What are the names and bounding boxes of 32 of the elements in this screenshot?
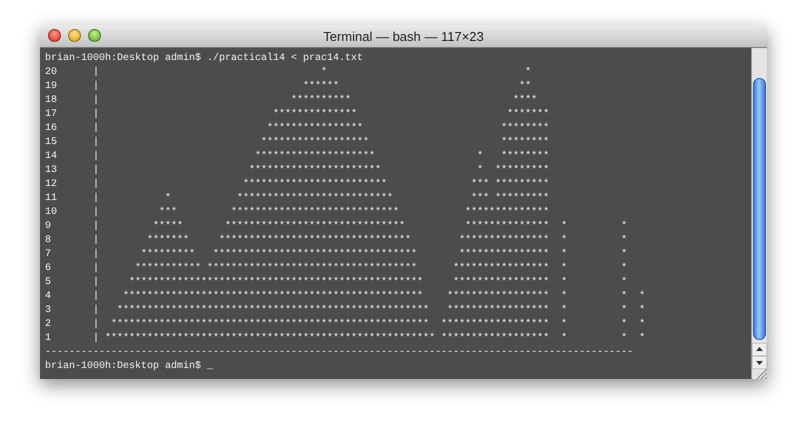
command-line: brian-1000h:Desktop admin$ ./practical14 < prac14.txt	[45, 52, 364, 66]
scroll-thumb[interactable]	[753, 78, 766, 340]
output-line: 16 | **************** ********	[45, 122, 550, 136]
scrollbar[interactable]	[751, 48, 767, 379]
close-button[interactable]	[48, 29, 61, 42]
output-line: 1 | ******************************************************* ****************** * * *	[45, 332, 646, 346]
output-line: 11 | * ************************** *** *********	[45, 192, 550, 206]
output-line: 12 | ************************ *** *********	[45, 178, 550, 192]
window-title: Terminal — bash — 117×23	[323, 28, 484, 44]
output-line: 4 | ************************************************** ***************** * * *	[45, 290, 646, 304]
output-line: 5 | ************************************************* **************** * *	[45, 276, 628, 290]
output-line: 3 | **************************************************** ***************** * * *	[45, 304, 646, 318]
output-line: 15 | ****************** ********	[45, 136, 550, 150]
output-line: 17 | ************** *******	[45, 108, 550, 122]
scroll-down-button[interactable]	[752, 356, 767, 369]
output-line: 2 | ***************************************************** ****************** * * *	[45, 318, 646, 332]
output-line: 13 | ********************** * *********	[45, 164, 550, 178]
output-line: 19 | ****** **	[45, 80, 532, 94]
cursor: _	[207, 361, 214, 372]
output-line: --------------------------------------------------------------------------------------------------	[45, 346, 634, 360]
output-line: 20 | * *	[45, 66, 532, 80]
output-line: 10 | *** **************************** **************	[45, 206, 550, 220]
output-line: 9 | ***** ****************************** ************** * *	[45, 220, 628, 234]
prompt: brian-1000h:Desktop admin$	[45, 361, 202, 372]
minimize-button[interactable]	[68, 29, 81, 42]
output-line: 7 | ********* ********************************** *************** * *	[45, 248, 628, 262]
output-line: 18 | ********** ****	[45, 94, 538, 108]
scroll-up-button[interactable]	[752, 343, 767, 356]
output-line: 6 | *********** *********************************** **************** * *	[45, 262, 628, 276]
output-line: 8 | ******* ******************************** *************** * *	[45, 234, 628, 248]
zoom-button[interactable]	[88, 29, 101, 42]
output-line: 14 | ******************** * ********	[45, 150, 550, 164]
